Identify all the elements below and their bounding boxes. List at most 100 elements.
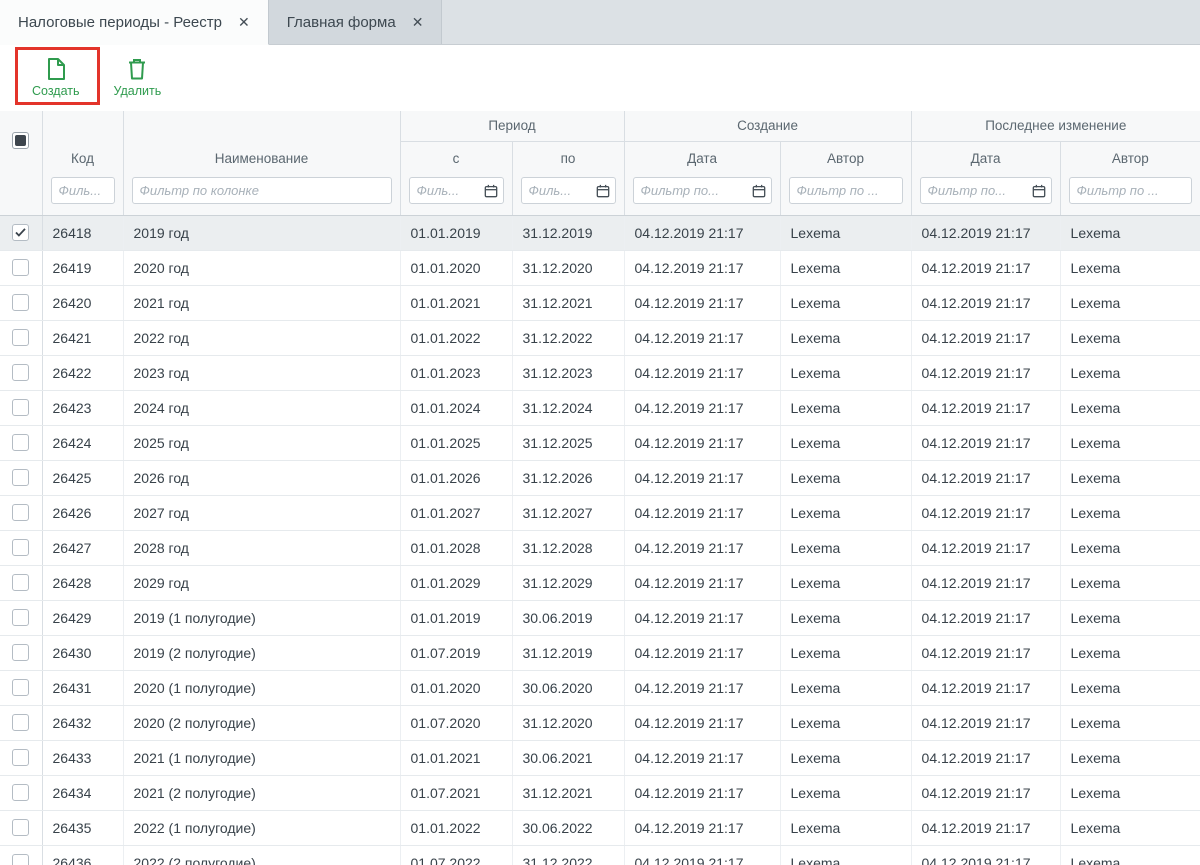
select-all-checkbox[interactable] <box>12 132 29 149</box>
close-icon[interactable]: ✕ <box>412 14 424 31</box>
select-all-cell[interactable] <box>0 111 42 215</box>
filter-input-change-author[interactable] <box>1069 177 1193 204</box>
row-checkbox[interactable] <box>12 644 29 661</box>
row-checkbox[interactable] <box>12 294 29 311</box>
row-checkbox[interactable] <box>12 259 29 276</box>
tab-bar: Налоговые периоды - Реестр ✕ Главная фор… <box>0 0 1200 45</box>
row-checkbox[interactable] <box>12 539 29 556</box>
row-checkbox[interactable] <box>12 714 29 731</box>
row-select-cell[interactable] <box>0 810 42 845</box>
row-select-cell[interactable] <box>0 250 42 285</box>
column-header-creation-author[interactable]: Автор <box>780 141 911 175</box>
column-header-creation-date[interactable]: Дата <box>624 141 780 175</box>
create-button[interactable]: Создать <box>22 51 90 104</box>
row-checkbox[interactable] <box>12 224 29 241</box>
row-checkbox[interactable] <box>12 329 29 346</box>
row-checkbox[interactable] <box>12 784 29 801</box>
table-row[interactable]: 264272028 год01.01.202831.12.202804.12.2… <box>0 530 1200 565</box>
create-button-label: Создать <box>32 84 80 98</box>
cell-changed-date: 04.12.2019 21:17 <box>911 425 1060 460</box>
row-checkbox[interactable] <box>12 609 29 626</box>
row-select-cell[interactable] <box>0 530 42 565</box>
filter-input-code[interactable] <box>51 177 115 204</box>
row-checkbox[interactable] <box>12 819 29 836</box>
cell-from: 01.07.2022 <box>400 845 512 865</box>
cell-created-author: Lexema <box>780 705 911 740</box>
filter-input-creation-author[interactable] <box>789 177 903 204</box>
filter-input-from[interactable] <box>409 177 504 204</box>
row-checkbox[interactable] <box>12 434 29 451</box>
cell-from: 01.07.2019 <box>400 635 512 670</box>
table-row[interactable]: 264222023 год01.01.202331.12.202304.12.2… <box>0 355 1200 390</box>
column-header-code[interactable]: Код <box>42 111 123 175</box>
column-header-to[interactable]: по <box>512 141 624 175</box>
cell-changed-date: 04.12.2019 21:17 <box>911 495 1060 530</box>
tab-main-form[interactable]: Главная форма ✕ <box>269 0 443 44</box>
row-checkbox[interactable] <box>12 469 29 486</box>
table-row[interactable]: 264362022 (2 полугодие)01.07.202231.12.2… <box>0 845 1200 865</box>
column-header-from[interactable]: с <box>400 141 512 175</box>
cell-code: 26421 <box>42 320 123 355</box>
table-row[interactable]: 264242025 год01.01.202531.12.202504.12.2… <box>0 425 1200 460</box>
row-select-cell[interactable] <box>0 845 42 865</box>
close-icon[interactable]: ✕ <box>238 14 250 31</box>
row-checkbox[interactable] <box>12 399 29 416</box>
table-row[interactable]: 264322020 (2 полугодие)01.07.202031.12.2… <box>0 705 1200 740</box>
table-row[interactable]: 264232024 год01.01.202431.12.202404.12.2… <box>0 390 1200 425</box>
table-row[interactable]: 264332021 (1 полугодие)01.01.202130.06.2… <box>0 740 1200 775</box>
cell-to: 31.12.2021 <box>512 775 624 810</box>
column-header-change-date[interactable]: Дата <box>911 141 1060 175</box>
filter-input-name[interactable] <box>132 177 392 204</box>
table-row[interactable]: 264282029 год01.01.202931.12.202904.12.2… <box>0 565 1200 600</box>
row-select-cell[interactable] <box>0 355 42 390</box>
row-select-cell[interactable] <box>0 320 42 355</box>
table-row[interactable]: 264312020 (1 полугодие)01.01.202030.06.2… <box>0 670 1200 705</box>
table-row[interactable]: 264302019 (2 полугодие)01.07.201931.12.2… <box>0 635 1200 670</box>
cell-changed-author: Lexema <box>1060 320 1200 355</box>
row-select-cell[interactable] <box>0 635 42 670</box>
cell-from: 01.01.2028 <box>400 530 512 565</box>
tab-label: Главная форма <box>287 14 396 31</box>
row-select-cell[interactable] <box>0 495 42 530</box>
row-select-cell[interactable] <box>0 565 42 600</box>
row-checkbox[interactable] <box>12 574 29 591</box>
table-row[interactable]: 264182019 год01.01.201931.12.201904.12.2… <box>0 215 1200 250</box>
cell-code: 26420 <box>42 285 123 320</box>
row-select-cell[interactable] <box>0 705 42 740</box>
table-row[interactable]: 264252026 год01.01.202631.12.202604.12.2… <box>0 460 1200 495</box>
cell-code: 26432 <box>42 705 123 740</box>
filter-input-creation-date[interactable] <box>633 177 772 204</box>
table-row[interactable]: 264192020 год01.01.202031.12.202004.12.2… <box>0 250 1200 285</box>
row-select-cell[interactable] <box>0 390 42 425</box>
row-select-cell[interactable] <box>0 775 42 810</box>
row-checkbox[interactable] <box>12 679 29 696</box>
row-checkbox[interactable] <box>12 364 29 381</box>
filter-input-change-date[interactable] <box>920 177 1052 204</box>
row-select-cell[interactable] <box>0 215 42 250</box>
row-checkbox[interactable] <box>12 749 29 766</box>
row-checkbox[interactable] <box>12 504 29 521</box>
row-select-cell[interactable] <box>0 425 42 460</box>
column-header-name[interactable]: Наименование <box>123 111 400 175</box>
row-select-cell[interactable] <box>0 600 42 635</box>
cell-code: 26430 <box>42 635 123 670</box>
filter-row <box>0 175 1200 215</box>
table-row[interactable]: 264352022 (1 полугодие)01.01.202230.06.2… <box>0 810 1200 845</box>
column-header-change-author[interactable]: Автор <box>1060 141 1200 175</box>
row-select-cell[interactable] <box>0 670 42 705</box>
table-row[interactable]: 264262027 год01.01.202731.12.202704.12.2… <box>0 495 1200 530</box>
table-row[interactable]: 264202021 год01.01.202131.12.202104.12.2… <box>0 285 1200 320</box>
row-select-cell[interactable] <box>0 285 42 320</box>
table-row[interactable]: 264212022 год01.01.202231.12.202204.12.2… <box>0 320 1200 355</box>
tab-tax-periods-registry[interactable]: Налоговые периоды - Реестр ✕ <box>0 0 269 45</box>
delete-button[interactable]: Удалить <box>104 51 172 104</box>
row-select-cell[interactable] <box>0 740 42 775</box>
cell-to: 31.12.2022 <box>512 320 624 355</box>
filter-input-to[interactable] <box>521 177 616 204</box>
row-select-cell[interactable] <box>0 460 42 495</box>
table-row[interactable]: 264342021 (2 полугодие)01.07.202131.12.2… <box>0 775 1200 810</box>
cell-from: 01.01.2025 <box>400 425 512 460</box>
row-checkbox[interactable] <box>12 854 29 865</box>
table-row[interactable]: 264292019 (1 полугодие)01.01.201930.06.2… <box>0 600 1200 635</box>
cell-code: 26422 <box>42 355 123 390</box>
